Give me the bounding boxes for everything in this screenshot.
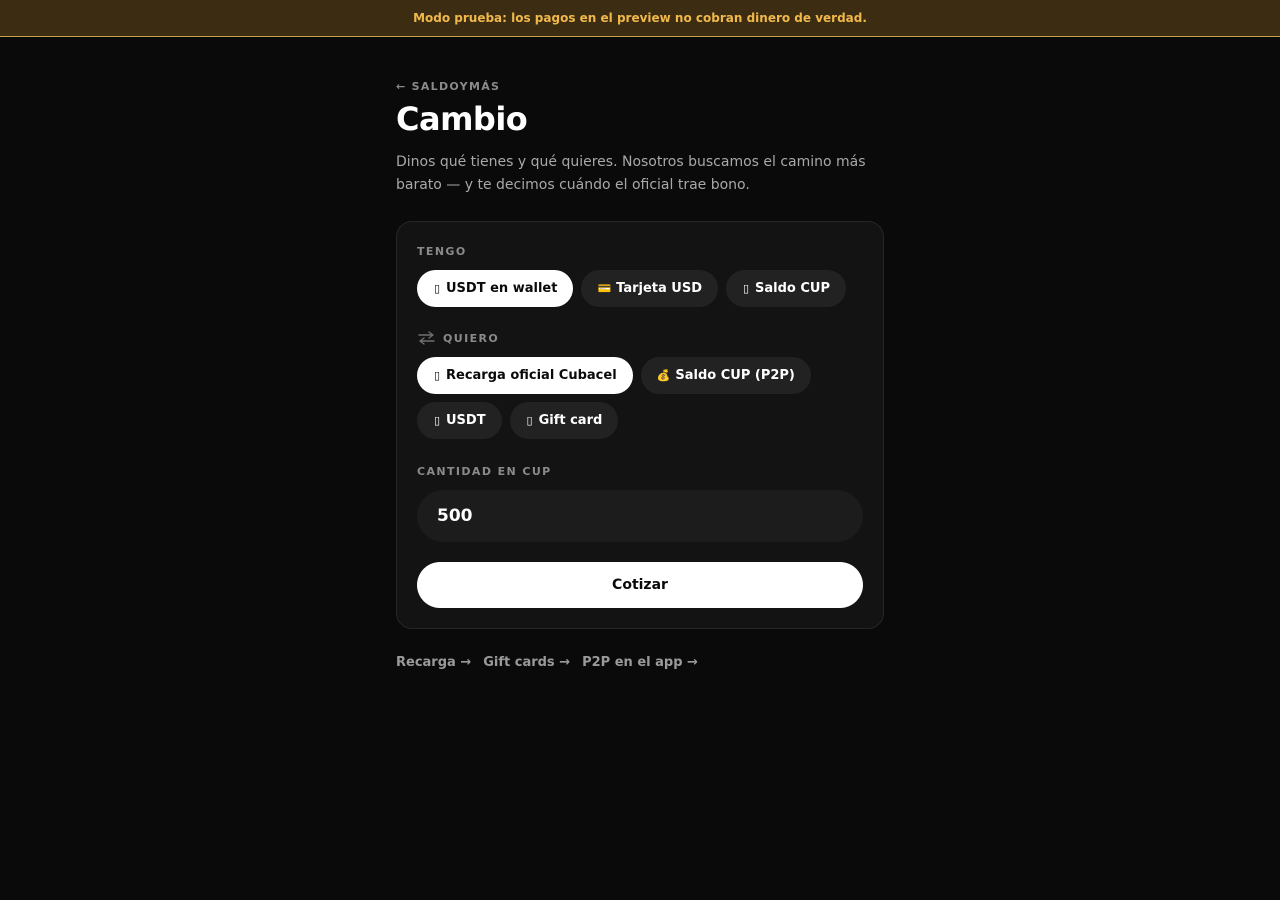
main-content: ← SALDOYMÁS Cambio Dinos qué tienes y qu… <box>396 37 884 670</box>
amount-input[interactable] <box>417 490 863 542</box>
chip-label: Recarga oficial Cubacel <box>446 368 617 383</box>
chip-label: Gift card <box>538 413 603 428</box>
tengo-option-usdt-wallet[interactable]: ▯ USDT en wallet <box>417 270 574 307</box>
back-link[interactable]: ← SALDOYMÁS <box>396 80 500 94</box>
gift-icon: ▯ <box>526 414 533 427</box>
quiero-option-gift-card[interactable]: ▯ Gift card <box>509 402 619 439</box>
swap-icon[interactable] <box>417 329 435 347</box>
quiero-option-saldo-cup-p2p[interactable]: 💰 Saldo CUP (P2P) <box>640 357 811 394</box>
chip-label: Saldo CUP (P2P) <box>675 368 795 383</box>
money-bag-icon: 💰 <box>656 369 671 382</box>
test-mode-banner-text: Modo prueba: los pagos en el preview no … <box>413 11 867 25</box>
footer-links: Recarga → Gift cards → P2P en el app → <box>396 655 884 670</box>
tengo-options: ▯ USDT en wallet 💳 Tarjeta USD ▯ Saldo C… <box>417 270 863 307</box>
chip-label: Tarjeta USD <box>616 281 703 296</box>
chip-label: USDT en wallet <box>446 281 558 296</box>
cantidad-label: CANTIDAD EN CUP <box>417 462 863 480</box>
tengo-option-saldo-cup[interactable]: ▯ Saldo CUP <box>726 270 846 307</box>
quiero-label: QUIERO <box>417 329 863 347</box>
card-icon: 💳 <box>597 282 612 295</box>
page-title: Cambio <box>396 100 528 138</box>
footer-link-recarga[interactable]: Recarga → <box>396 655 471 670</box>
tengo-label-text: TENGO <box>417 244 467 258</box>
coin-icon: ▯ <box>433 414 441 427</box>
footer-link-gift-cards[interactable]: Gift cards → <box>483 655 570 670</box>
phone-icon: ▯ <box>742 282 750 295</box>
tengo-option-tarjeta-usd[interactable]: 💳 Tarjeta USD <box>581 270 719 307</box>
cantidad-label-text: CANTIDAD EN CUP <box>417 464 552 478</box>
chip-label: USDT <box>446 413 486 428</box>
cotizar-button[interactable]: Cotizar <box>417 562 863 608</box>
wallet-icon: ▯ <box>433 282 441 295</box>
tengo-label: TENGO <box>417 242 863 260</box>
quiero-option-usdt[interactable]: ▯ USDT <box>417 402 502 439</box>
phone-icon: ▯ <box>433 369 441 382</box>
page-subtitle: Dinos qué tienes y qué quieres. Nosotros… <box>396 154 866 193</box>
quiero-options: ▯ Recarga oficial Cubacel 💰 Saldo CUP (P… <box>417 357 863 439</box>
footer-link-p2p[interactable]: P2P en el app → <box>582 655 698 670</box>
quiero-option-recarga-cubacel[interactable]: ▯ Recarga oficial Cubacel <box>417 357 633 394</box>
chip-label: Saldo CUP <box>755 281 830 296</box>
quiero-label-text: QUIERO <box>443 331 500 345</box>
test-mode-banner: Modo prueba: los pagos en el preview no … <box>0 0 1280 37</box>
exchange-form-card: TENGO ▯ USDT en wallet 💳 Tarjeta USD ▯ S… <box>396 221 884 629</box>
